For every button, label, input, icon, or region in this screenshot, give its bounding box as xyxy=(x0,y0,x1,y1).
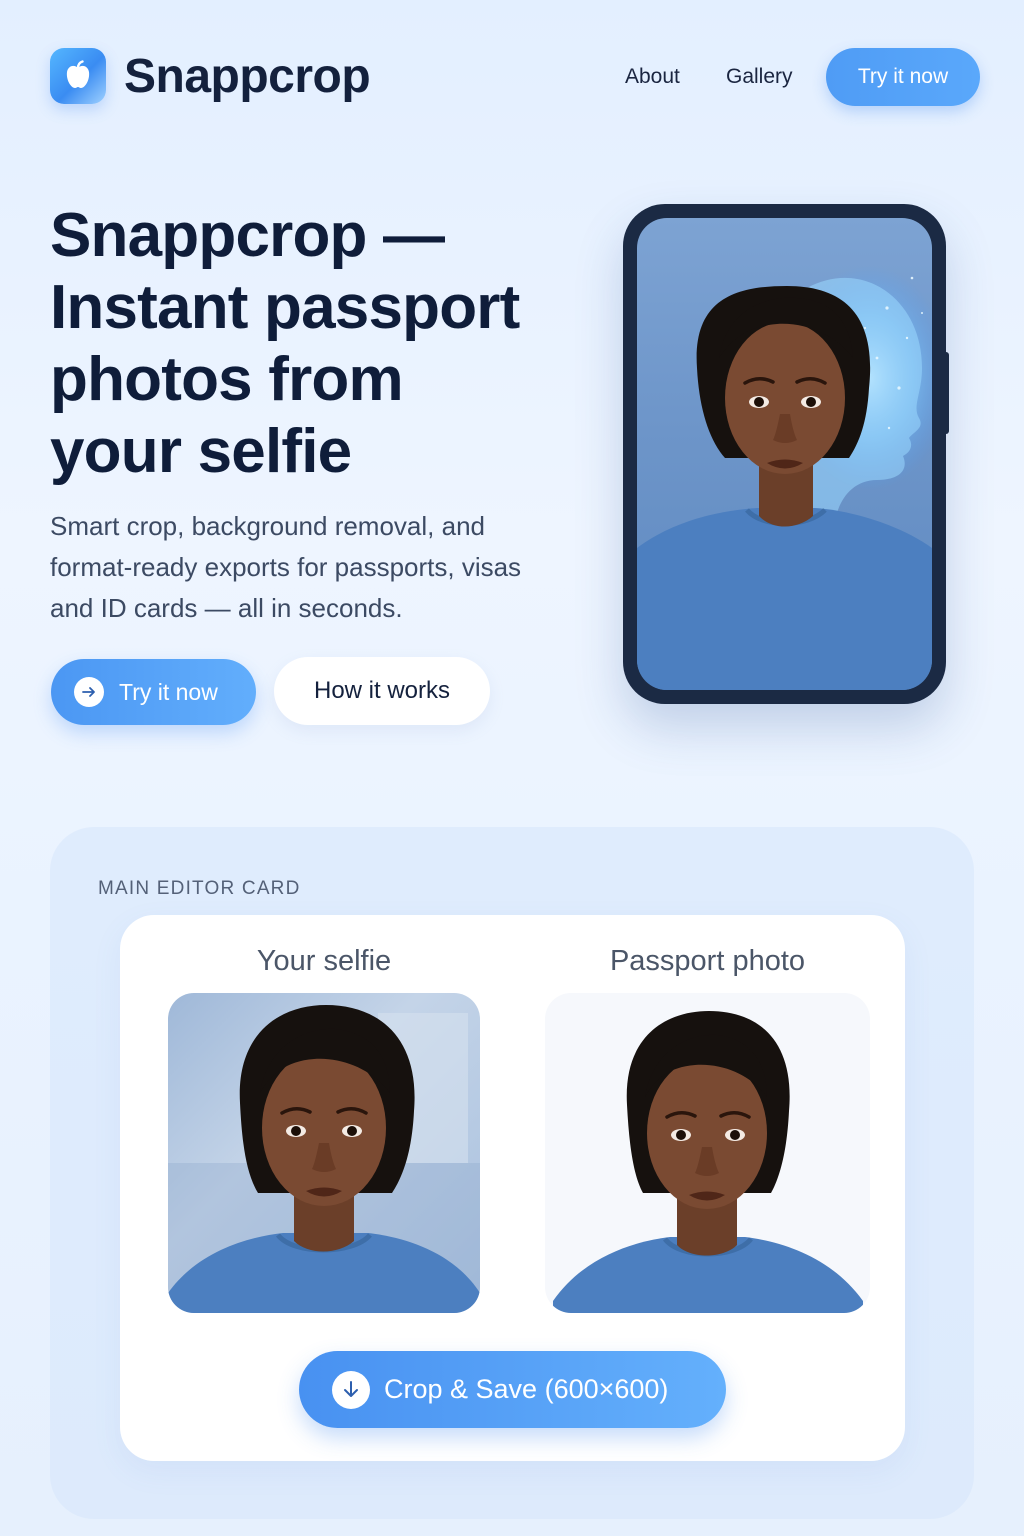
site-header: Snappcrop About Gallery Try it now xyxy=(0,0,1024,150)
how-it-works-button[interactable]: How it works xyxy=(274,657,490,725)
hero-subtitle: Smart crop, background removal, and form… xyxy=(50,511,522,623)
phone-side-button xyxy=(943,352,949,434)
arrow-down-icon xyxy=(332,1371,370,1409)
crop-and-save-label: Crop & Save (600×600) xyxy=(384,1374,669,1404)
nav-gallery-link[interactable]: Gallery xyxy=(726,62,793,92)
nav-try-now-button[interactable]: Try it now xyxy=(826,48,980,106)
selfie-title: Your selfie xyxy=(256,945,392,977)
phone-mockup xyxy=(623,204,946,704)
selfie-image[interactable] xyxy=(168,993,480,1313)
hero-title-line: Snappcrop — xyxy=(50,201,445,270)
passport-image[interactable] xyxy=(545,993,870,1313)
ai-portrait-image xyxy=(637,266,932,690)
brand-name[interactable]: Snappcrop xyxy=(124,48,371,106)
nav-about-link[interactable]: About xyxy=(625,62,680,92)
try-it-now-button[interactable]: Try it now xyxy=(51,659,256,725)
apple-icon xyxy=(66,60,90,88)
crop-and-save-button[interactable]: Crop & Save (600×600) xyxy=(299,1351,726,1428)
hero-title: Snappcrop — Instant passport photos from… xyxy=(50,200,590,488)
hero-title-line: photos from xyxy=(50,345,404,414)
logo-icon[interactable] xyxy=(50,48,106,104)
try-it-now-label: Try it now xyxy=(119,679,218,705)
editor-eyebrow: MAIN EDITOR CARD xyxy=(98,878,301,899)
phone-screen xyxy=(637,218,932,690)
arrow-right-icon xyxy=(74,677,104,707)
passport-title: Passport photo xyxy=(609,945,806,977)
hero-title-line: Instant passport xyxy=(50,273,520,342)
hero-title-line: your selfie xyxy=(50,417,352,486)
